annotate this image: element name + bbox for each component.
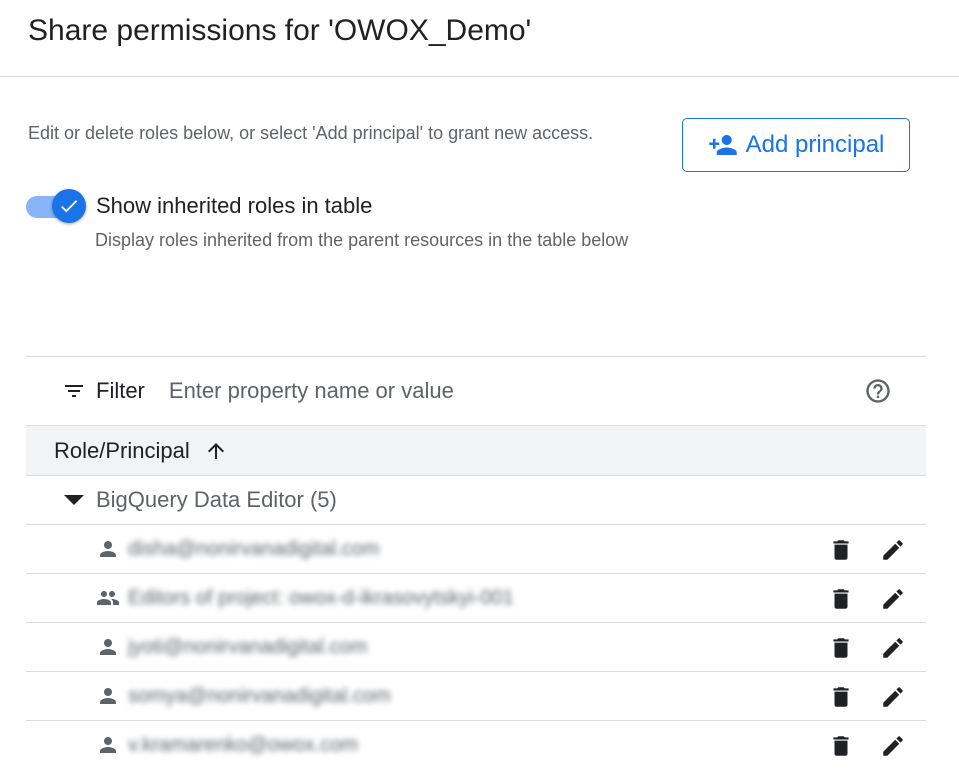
filter-bar: Filter [26,356,926,426]
principal-email: v.kramarenko@owox.com [128,733,358,756]
add-principal-label: Add principal [745,131,885,158]
person-icon [100,541,116,557]
person-icon [100,688,116,704]
group-icon [97,591,119,605]
principal-email: jyoti@nonirvanadigital.com [128,635,368,658]
filter-icon [65,385,83,397]
principal-email: somya@nonirvanadigital.com [128,684,391,707]
delete-icon[interactable] [828,635,854,661]
inherited-roles-toggle-sublabel: Display roles inherited from the parent … [95,230,629,250]
delete-icon[interactable] [828,537,854,563]
add-person-icon [708,135,737,155]
principal-email: Editors of project: owox-d-ikrasovytskyi… [128,586,514,609]
filter-label: Filter [96,378,145,403]
person-icon [100,639,116,655]
delete-icon[interactable] [828,733,854,759]
table-row: v.kramarenko@owox.com [26,721,926,769]
table-row: Editors of project: owox-d-ikrasovytskyi… [26,574,926,623]
filter-input[interactable] [166,377,731,405]
inherited-roles-toggle-row: Show inherited roles in table [26,188,372,224]
edit-icon[interactable] [880,684,906,710]
edit-icon[interactable] [880,733,906,759]
role-group-label: BigQuery Data Editor (5) [96,487,337,512]
column-header-role-principal[interactable]: Role/Principal [54,438,190,464]
role-group-row[interactable]: BigQuery Data Editor (5) [26,476,926,525]
inherited-roles-toggle-label: Show inherited roles in table [96,193,373,218]
add-principal-button[interactable]: Add principal [682,118,910,172]
edit-icon[interactable] [880,586,906,612]
toggle-knob [52,189,86,223]
table-row: disha@nonirvanadigital.com [26,525,926,574]
check-icon [61,200,78,213]
edit-icon[interactable] [880,537,906,563]
sort-ascending-icon[interactable] [204,439,228,463]
intro-description: Edit or delete roles below, or select 'A… [28,123,594,143]
delete-icon[interactable] [828,684,854,710]
permissions-table: Filter Role/Principal BigQuery Data Edit… [26,356,926,769]
header-divider [0,76,959,77]
table-header-row: Role/Principal [26,426,926,476]
principal-email: disha@nonirvanadigital.com [128,537,380,560]
page-title: Share permissions for 'OWOX_Demo' [28,14,532,47]
delete-icon[interactable] [828,586,854,612]
table-row: jyoti@nonirvanadigital.com [26,623,926,672]
expand-caret-icon[interactable] [64,495,84,505]
help-icon[interactable] [864,377,892,405]
edit-icon[interactable] [880,635,906,661]
person-icon [100,737,116,753]
table-row: somya@nonirvanadigital.com [26,672,926,721]
inherited-roles-toggle[interactable] [26,188,86,224]
